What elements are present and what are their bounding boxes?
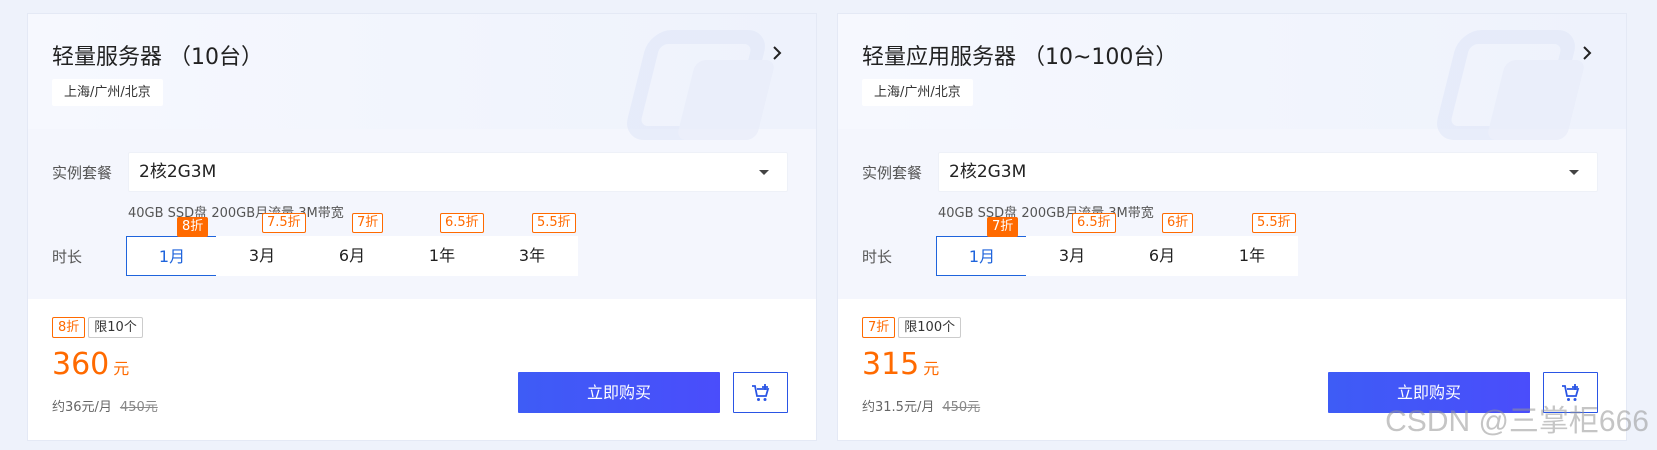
duration-option-label: 1年 xyxy=(1238,246,1266,265)
duration-option-label: 3年 xyxy=(518,246,546,265)
plan-label: 实例套餐 xyxy=(52,164,113,182)
discount-badge: 6.5折 xyxy=(1072,213,1116,233)
decorative-server-graphic xyxy=(1426,20,1596,140)
card-header[interactable] xyxy=(838,14,1626,140)
duration-option-label: 1年 xyxy=(428,246,456,265)
add-to-cart-button[interactable] xyxy=(733,372,788,413)
plan-select[interactable]: 2核2G3M xyxy=(938,152,1598,192)
monthly-price: 约36元/月 450元 xyxy=(52,396,158,415)
region-badge: 上海/广州/北京 xyxy=(52,79,163,106)
discount-tag: 8折 xyxy=(52,317,86,338)
product-card-2: 轻量应用服务器 （10~100台） 上海/广州/北京 实例套餐 2核2G3M 4… xyxy=(838,14,1626,440)
plan-label: 实例套餐 xyxy=(862,164,923,182)
price-unit: 元 xyxy=(113,359,130,378)
discount-badge: 8折 xyxy=(177,217,209,237)
duration-option[interactable]: 6月 6折 xyxy=(1116,213,1208,276)
price-value: 315 xyxy=(862,347,920,382)
chevron-right-icon[interactable] xyxy=(1576,42,1598,64)
price: 360 元 xyxy=(52,347,129,382)
caret-down-icon xyxy=(1569,170,1579,175)
duration-option[interactable]: 1年 5.5折 xyxy=(1206,213,1298,276)
price-unit: 元 xyxy=(923,359,940,378)
duration-option[interactable]: 3月 6.5折 xyxy=(1026,213,1118,276)
card-header[interactable] xyxy=(28,14,816,140)
discount-badge: 7折 xyxy=(352,213,384,233)
plan-spec: 40GB SSD盘 200GB月流量 3M带宽 xyxy=(938,206,1154,221)
plan-select-value: 2核2G3M xyxy=(139,162,217,182)
price: 315 元 xyxy=(862,347,939,382)
original-price: 450元 xyxy=(942,400,981,415)
watermark: CSDN @三掌柜666 xyxy=(1385,405,1649,438)
duration-label: 时长 xyxy=(862,248,893,266)
duration-label: 时长 xyxy=(52,248,83,266)
original-price: 450元 xyxy=(119,400,158,415)
monthly-price-value: 约31.5元/月 xyxy=(862,400,935,415)
monthly-price: 约31.5元/月 450元 xyxy=(862,396,980,415)
limit-tag: 限10个 xyxy=(88,317,143,338)
duration-option[interactable]: 6月 7折 xyxy=(306,213,398,276)
duration-option-label: 3月 xyxy=(248,246,276,265)
discount-badge: 6折 xyxy=(1162,213,1194,233)
duration-option-label: 1月 xyxy=(158,247,186,266)
duration-option[interactable]: 3月 7.5折 xyxy=(216,213,308,276)
region-badge: 上海/广州/北京 xyxy=(862,79,973,106)
promo-tags: 8折 限10个 xyxy=(52,317,146,339)
plan-select-value: 2核2G3M xyxy=(949,162,1027,182)
price-value: 360 xyxy=(52,347,110,382)
discount-tag: 7折 xyxy=(862,317,896,338)
discount-badge: 7折 xyxy=(987,217,1019,237)
card-title: 轻量应用服务器 （10~100台） xyxy=(862,45,1178,70)
monthly-price-value: 约36元/月 xyxy=(52,400,112,415)
duration-option-label: 3月 xyxy=(1058,246,1086,265)
discount-badge: 6.5折 xyxy=(440,213,484,233)
cart-add-icon xyxy=(752,384,770,401)
limit-tag: 限100个 xyxy=(898,317,962,338)
promo-tags: 7折 限100个 xyxy=(862,317,964,339)
plan-spec: 40GB SSD盘 200GB月流量 3M带宽 xyxy=(128,206,344,221)
duration-option[interactable]: 3年 5.5折 xyxy=(486,213,578,276)
discount-badge: 5.5折 xyxy=(532,213,576,233)
product-card-1: 轻量服务器 （10台） 上海/广州/北京 实例套餐 2核2G3M 40GB SS… xyxy=(28,14,816,440)
card-title: 轻量服务器 （10台） xyxy=(52,45,263,70)
plan-select[interactable]: 2核2G3M xyxy=(128,152,788,192)
duration-option[interactable]: 1月 7折 xyxy=(936,217,1028,276)
caret-down-icon xyxy=(759,170,769,175)
decorative-server-graphic xyxy=(616,20,786,140)
discount-badge: 7.5折 xyxy=(262,213,306,233)
chevron-right-icon[interactable] xyxy=(766,42,788,64)
duration-option-label: 6月 xyxy=(338,246,366,265)
discount-badge: 5.5折 xyxy=(1252,213,1296,233)
buy-now-button[interactable]: 立即购买 xyxy=(518,372,720,413)
duration-option-label: 6月 xyxy=(1148,246,1176,265)
duration-option[interactable]: 1年 6.5折 xyxy=(396,213,488,276)
duration-option[interactable]: 1月 8折 xyxy=(126,217,218,276)
duration-option-label: 1月 xyxy=(968,247,996,266)
